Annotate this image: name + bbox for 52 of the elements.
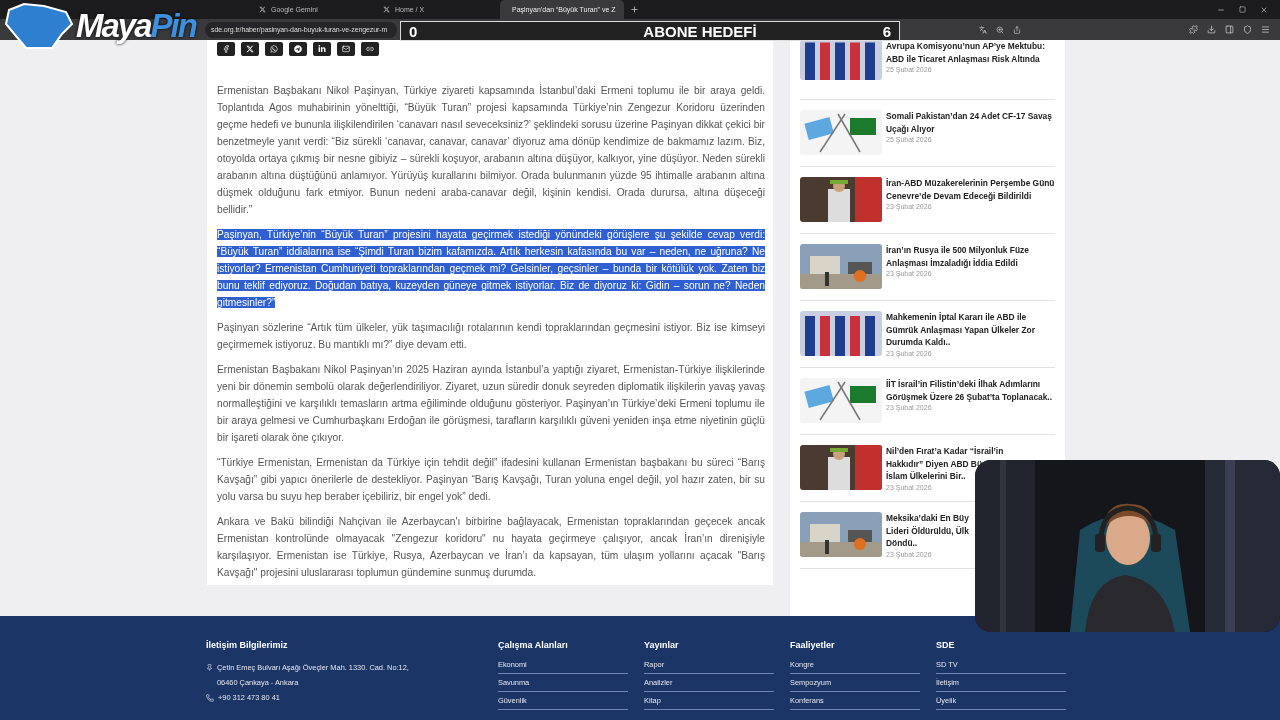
article-paragraph: Paşinyan, Türkiye’nin “Büyük Turan” projesini hayata geçirmek istediği yönündeki görüşlere şu şekilde cevap verdi: “Büyük Turan” iddialarına ise “Şimdi Turan bizim kafamızda. Artık herkesin kafasında bu var – neden, ne uğruna? Ne istiyorlar? Ermenistan Cumhuriyeti topraklarından geçmek mi? Gelsinler, geçsinler – bunda bir kötülük yok. Zaten biz bunu teklif ediyoruz. Doğudan batıya, kuzeyden güneye gitmek istiyorlar. Biz de diyoruz ki: Gidin – sorun ne? Neden gitmesinler?”	[217, 228, 765, 310]
new-tab-icon[interactable]	[630, 5, 639, 14]
logo-text: MayaPin	[76, 6, 196, 46]
share-icon	[342, 45, 350, 53]
article-paragraph: “Türkiye Ermenistan, Ermenistan da Türkiye için tehdit değil” ifadesini kullanan Ermenistan başbakanı bu süreci “Barış Kavşağı” gibi yapıcı önerilerle de destekliyor. Paşinyan “Barış Kavşağı, Turan yoluna engel değil, yol hazır zaten, bir su yolu varsa bu suyu hep beraber içebiliriz, bir engel yok” dedi.	[217, 456, 765, 504]
share-icon	[318, 45, 326, 53]
share-button[interactable]	[313, 42, 331, 56]
footer-heading: Yayınlar	[644, 640, 680, 650]
footer-heading: Çalışma Alanları	[498, 640, 569, 650]
article-paragraph: Paşinyan sözlerine “Artık tüm ülkeler, yük taşımacılığı rotalarının kendi topraklarından geçmesini istiyor. Biz ise kimseyi geçirmemek istiyoruz. Bu mantıklı mı?” diye devam etti.	[217, 321, 765, 352]
shield-icon[interactable]	[1243, 25, 1252, 34]
panther-icon	[4, 2, 74, 50]
sidebar-icon[interactable]	[1225, 25, 1234, 34]
share-icon	[294, 45, 302, 53]
footer-heading: SDE	[936, 640, 956, 650]
menu-icon[interactable]	[1261, 25, 1270, 34]
share-button[interactable]	[361, 42, 379, 56]
phone-icon	[206, 694, 214, 702]
zoom-icon[interactable]	[996, 25, 1004, 34]
share-button[interactable]	[265, 42, 283, 56]
share-button[interactable]	[289, 42, 307, 56]
article-paragraph: Ankara ve Bakü bilindiği Nahçivan ile Azerbaycan'ı birbirine bağlayacak, Ermenistan topraklarından geçecek ancak Ermenistan kontrolünde olmayacak "Zengezur koridoru" nu hayata geçirmeye çalışıyor, ancak İran’ın direnişiyle karşılaşıyor. Ermenistan ise Türkiye, Rusya, Azerbaycan ve İran’ı da kapsayan, tüm ulaşım yollarını açacak "Barış Kavşağı" projesini uluslararası toplumun gündemine sunmuş durumda.	[217, 515, 765, 580]
news-title[interactable]: Somali Pakistan’dan 24 Adet CF-17 Savaş Uçağı Alıyor	[886, 110, 1055, 135]
x-logo-icon	[383, 6, 390, 13]
goal-title: ABONE HEDEFİ	[643, 22, 757, 40]
goal-target: 6	[882, 22, 891, 40]
news-title[interactable]: Avrupa Komisyonu’nun AP’ye Mektubu: ABD ile Ticaret Anlaşması Risk Altında	[886, 40, 1055, 65]
goal-current: 0	[409, 22, 418, 40]
pin-icon	[206, 664, 213, 671]
share-icon	[222, 45, 230, 53]
maximize-icon[interactable]	[1239, 6, 1246, 13]
share-icon	[246, 45, 254, 53]
share-icon	[270, 45, 278, 53]
share-button[interactable]	[217, 42, 235, 56]
puzzle-icon[interactable]	[1189, 25, 1198, 34]
news-title[interactable]: Mahkemenin İptal Kararı ile ABD ile Gümrük Anlaşması Yapan Ülkeler Zor Durumda Kaldı..	[886, 311, 1055, 349]
translate-icon[interactable]	[979, 25, 987, 34]
news-title[interactable]: Meksika’daki En Büy Lideri Öldürüldü, Ülk Döndü..	[886, 512, 969, 550]
footer-heading: İletişim Bilgilerimiz	[206, 640, 289, 650]
close-icon[interactable]	[1260, 5, 1268, 14]
article-paragraph: Ermenistan Başbakanı Nikol Paşinyan, Türkiye ziyareti kapsamında İstanbul’daki Ermeni toplumu ile bir araya geldi. Toplantıda Agos muhabirinin yönelttiği, “Büyük Turan” projesi kapsamında Türkiye’nin Zengezur Koridoru üzerinden geçme hedefi ve bununla ilişkilendirilen ‘canavarı nasıl seveceksiniz?’ şeklindeki sorusu üzerine Paşinyan dikkat çekici bir benzetmeyle yanıt verdi: “Biz sürekli ‘canavar, canavar, canavar’ diyoruz ama dönüp kendimize de bakmamız lazım. Biz, otoyolda ortaya çıkmış bir nesne gibiyiz – sürekli koşuyor, arabanın altına düşüyor, kalkıyor, yine düşüyor. Neden sürekli arabanın altına düştüğünü anlamıyor. Yürüyüş kurallarını bilmiyor. Orada bulunmanın yüzde 95 ihtimalle arabanın altına düşmek olduğunu fark etmiyor. Bunun nedeni araba-canavar değil, kişinin kendisi. Orada durursa, altına düşeceği bellidir.”	[217, 83, 765, 217]
download-icon[interactable]	[1207, 25, 1216, 34]
share-button[interactable]	[337, 42, 355, 56]
share-icon[interactable]	[1013, 25, 1021, 34]
news-title[interactable]: İİT İsrail’in Filistin’deki İlhak Adımlarını Görüşmek Üzere 26 Şubat’ta Toplanacak..	[886, 378, 1055, 403]
share-icon	[366, 45, 374, 53]
share-button[interactable]	[241, 42, 259, 56]
article-paragraph: Ermenistan Başbakanı Nikol Paşinyan’ın 2025 Haziran ayında İstanbul’a yaptığı ziyaret, Ermenistan-Türkiye ilişkilerinde yeni bir dönemin sembolü olarak değerlendiriliyor. Ziyaret, uzun süredir donuk seyreden diplomatik ilişkilerin yavaş yavaş normalleştiğini ve karşılıklı temasların artma eğiliminde olduğunu gösteriyor. Paşinyan’ın Türkiye’deki Ermeni toplumu ile bir araya gelmesi ve Cumhurbaşkanı Erdoğan ile görüşmesi, tarafların karşılıklı güveni yeniden inşa etme niyetinin güçlü bir işareti olarak öne çıkıyor.	[217, 362, 765, 445]
news-title[interactable]: İran-ABD Müzakerelerinin Perşembe Günü Cenevre’de Devam Edeceği Bildirildi	[886, 177, 1055, 202]
x-logo-icon	[259, 6, 266, 13]
news-title[interactable]: İran’ın Rusya ile 500 Milyonluk Füze Anlaşması İmzaladığı İddia Edildi	[886, 244, 1055, 269]
footer-heading: Faaliyetler	[790, 640, 836, 650]
